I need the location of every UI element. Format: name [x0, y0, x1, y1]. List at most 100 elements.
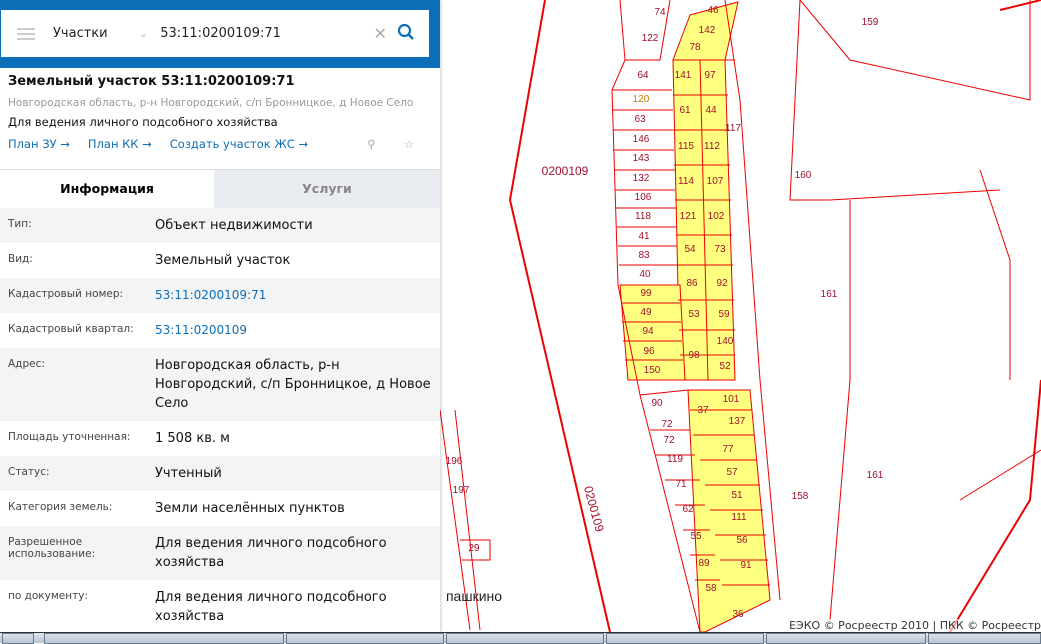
- parcel-label: 89: [698, 558, 710, 569]
- search-header: Участки ⌄ 53:11:0200109:71 ✕: [0, 0, 440, 68]
- parcel-label: 52: [719, 361, 731, 372]
- info-table: Тип: Объект недвижимости Вид: Земельный уча…: [0, 208, 440, 634]
- info-label: Тип:: [8, 218, 32, 230]
- taskbar-button[interactable]: [286, 633, 444, 644]
- info-value: Новгородская область, р-н Новгородский, …: [155, 358, 431, 411]
- parcel-label: 161: [821, 289, 838, 300]
- close-icon[interactable]: ✕: [374, 24, 387, 43]
- info-label: Статус:: [8, 466, 50, 478]
- chevron-down-icon[interactable]: ⌄: [139, 27, 148, 40]
- parcel-label: 53: [688, 309, 700, 320]
- parcel-label: 37: [697, 405, 709, 416]
- taskbar-button[interactable]: [446, 633, 604, 644]
- parcel-label: 73: [714, 244, 726, 255]
- plan-kk-link[interactable]: План КК →: [88, 137, 152, 151]
- info-row: Площадь уточненная: 1 508 кв. м: [0, 421, 440, 456]
- parcel-label: 102: [708, 211, 725, 222]
- parcel-label: 122: [642, 33, 659, 44]
- zoom-to-icon[interactable]: ⚲: [367, 137, 375, 151]
- parcel-label: 140: [717, 336, 734, 347]
- parcel-label: 59: [718, 309, 730, 320]
- parcel-label: 91: [740, 560, 752, 571]
- parcel-label: 132: [633, 173, 650, 184]
- info-label: Разрешенное использование:: [8, 536, 96, 560]
- search-input[interactable]: 53:11:0200109:71: [160, 26, 373, 41]
- parcel-label: 101: [723, 394, 740, 405]
- parcel-label: 62: [682, 504, 694, 515]
- parcel-label: 86: [686, 278, 698, 289]
- taskbar-button[interactable]: [44, 633, 284, 644]
- info-label: по документу:: [8, 590, 88, 602]
- parcel-label: пашкино: [446, 588, 502, 604]
- parcel-label: 96: [643, 346, 655, 357]
- info-value: Земельный участок: [155, 253, 291, 268]
- parcel-label: 115: [678, 141, 694, 152]
- parcel-label: 106: [635, 192, 652, 203]
- parcel-label: 63: [634, 114, 646, 125]
- parcel-label: 57: [726, 467, 738, 478]
- parcel-label: 141: [675, 70, 692, 81]
- parcel-label: 118: [635, 211, 651, 222]
- parcel-label: 119: [667, 454, 683, 465]
- parcel-label: 160: [795, 170, 812, 181]
- tab-services[interactable]: Услуги: [214, 170, 440, 208]
- parcel-label: 74: [654, 7, 666, 18]
- parcel-label: 99: [640, 288, 652, 299]
- star-icon[interactable]: ☆: [404, 137, 414, 151]
- info-label: Кадастровый номер:: [8, 288, 124, 300]
- parcel-label: 97: [704, 70, 716, 81]
- parcel-label: 196: [446, 456, 463, 467]
- info-row: Разрешенное использование: Для ведения ли…: [0, 526, 440, 580]
- parcel-purpose: Для ведения личного подсобного хозяйства: [8, 115, 278, 129]
- parcel-label: 142: [699, 25, 716, 36]
- parcel-label: 44: [705, 105, 717, 116]
- parcel-label: 0200109: [542, 164, 589, 178]
- parcel-label: 78: [689, 42, 701, 53]
- info-row: Кадастровый квартал: 53:11:0200109: [0, 313, 440, 348]
- info-panel: Участки ⌄ 53:11:0200109:71 ✕ Земельный у…: [0, 0, 440, 632]
- info-row: Кадастровый номер: 53:11:0200109:71: [0, 278, 440, 313]
- info-row: Статус: Учтенный: [0, 456, 440, 491]
- info-value[interactable]: 53:11:0200109:71: [155, 286, 432, 305]
- parcel-label: 51: [731, 490, 743, 501]
- info-value: Учтенный: [155, 466, 222, 481]
- taskbar: [0, 632, 1041, 644]
- info-label: Площадь уточненная:: [8, 431, 131, 443]
- parcel-label: 121: [680, 211, 697, 222]
- parcel-label: 29: [468, 543, 480, 554]
- parcel-label: 36: [732, 609, 744, 620]
- taskbar-button[interactable]: [2, 633, 34, 644]
- search-bar: Участки ⌄ 53:11:0200109:71 ✕: [1, 10, 429, 57]
- info-label: Адрес:: [8, 358, 45, 370]
- info-value: Объект недвижимости: [155, 218, 313, 233]
- parcel-label: 77: [722, 444, 734, 455]
- info-row: по документу: Для ведения личного подсобн…: [0, 580, 440, 634]
- create-parcel-link[interactable]: Создать участок ЖС →: [170, 137, 308, 151]
- parcel-label: 114: [678, 176, 694, 187]
- taskbar-button[interactable]: [928, 633, 1041, 644]
- parcel-label: 71: [675, 479, 687, 490]
- parcel-label: 98: [688, 350, 700, 361]
- plan-zu-link[interactable]: План ЗУ →: [8, 137, 70, 151]
- parcel-label: 54: [684, 244, 696, 255]
- category-select[interactable]: Участки: [53, 26, 139, 41]
- info-row: Адрес: Новгородская область, р-н Новгород…: [0, 348, 440, 421]
- info-value: Земли населённых пунктов: [155, 501, 345, 516]
- parcel-label: 58: [705, 583, 717, 594]
- parcel-label: 120: [633, 94, 650, 105]
- parcel-label: 146: [633, 134, 650, 145]
- quarter-boundary-east: [949, 0, 1041, 633]
- info-value: Для ведения личного подсобного хозяйства: [155, 590, 387, 624]
- info-value: Для ведения личного подсобного хозяйства: [155, 536, 387, 570]
- parcel-label: 107: [707, 176, 724, 187]
- parcel-label: 61: [679, 105, 691, 116]
- taskbar-button[interactable]: [606, 633, 764, 644]
- tab-info[interactable]: Информация: [0, 170, 214, 208]
- taskbar-button[interactable]: [766, 633, 926, 644]
- info-value[interactable]: 53:11:0200109: [155, 321, 432, 340]
- parcel-label: 90: [651, 398, 663, 409]
- parcel-label: 55: [690, 531, 702, 542]
- parcel-label: 137: [729, 416, 746, 427]
- search-icon[interactable]: [397, 23, 415, 45]
- hamburger-icon[interactable]: [17, 25, 35, 43]
